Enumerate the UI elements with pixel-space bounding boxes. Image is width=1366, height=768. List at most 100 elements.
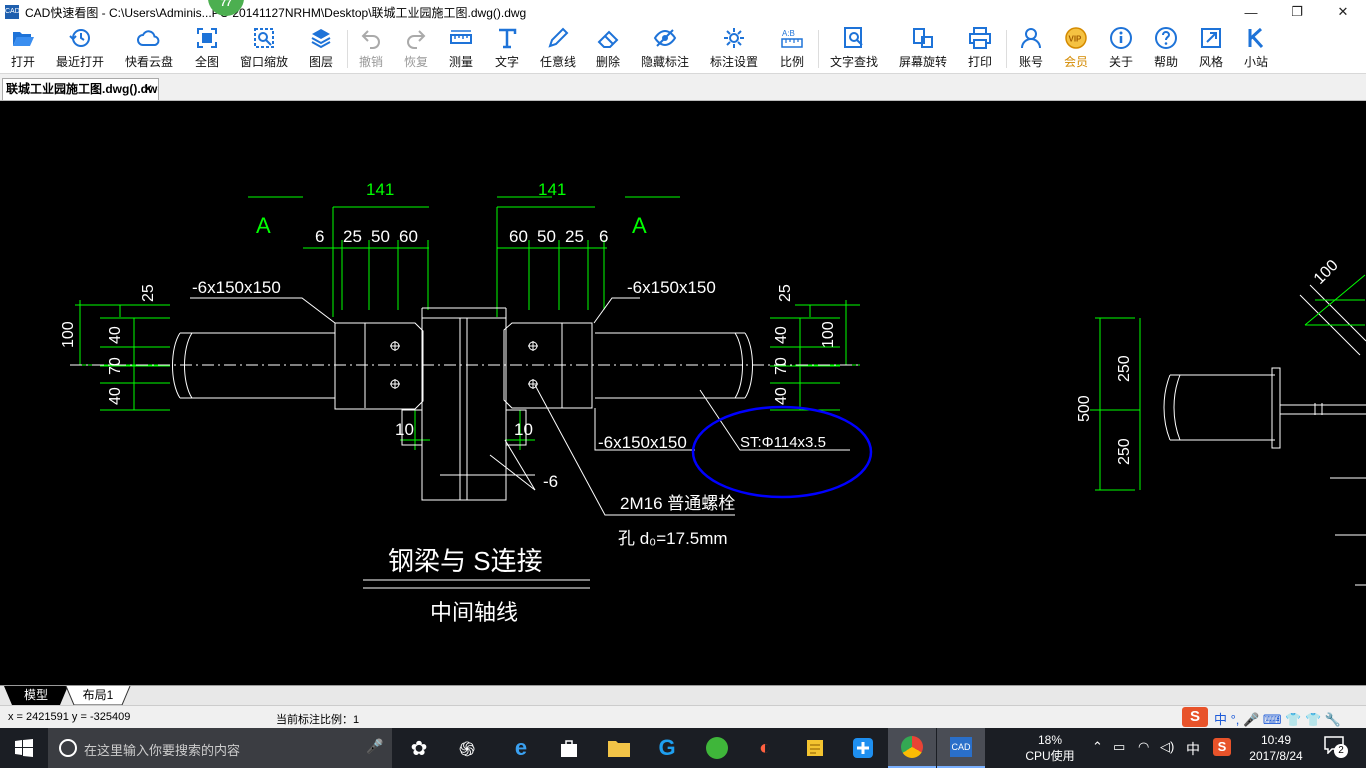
pipe-spec-label: ST:Φ114x3.5	[740, 434, 826, 451]
freeline-label: 任意线	[539, 55, 576, 69]
printer-icon	[969, 27, 991, 49]
recent-button[interactable]: 最近打开	[50, 26, 110, 70]
cad-app-icon: CAD	[950, 737, 972, 757]
taskbar-app-cad[interactable]: CAD	[937, 728, 985, 768]
search-box[interactable]: 在这里输入你要搜索的内容 🎤	[48, 728, 392, 768]
station-button[interactable]: 小站	[1226, 26, 1286, 70]
taskbar-app-g[interactable]: G	[643, 728, 691, 768]
battery-icon[interactable]: ▭	[1113, 739, 1125, 755]
taskbar-app-360[interactable]	[693, 728, 741, 768]
side-view-dims	[1304, 274, 1366, 326]
cloud-label: 快看云盘	[124, 55, 173, 69]
tab-model[interactable]: 模型	[12, 686, 60, 705]
chevron-up-icon[interactable]: ⌃	[1092, 739, 1103, 755]
windows-logo-icon	[15, 739, 33, 757]
rotate-screen-button[interactable]: 屏幕旋转	[893, 26, 953, 70]
history-icon	[69, 29, 90, 47]
notes-icon	[807, 740, 823, 756]
sogou-tray-icon[interactable]: S	[1213, 738, 1231, 756]
volume-icon[interactable]: ◁)	[1160, 739, 1174, 755]
toolbar: 打开 最近打开 快看云盘 全图 窗口缩放 图层 撤销 恢复 测量 文字 任意线	[0, 24, 1366, 74]
tab-layout1[interactable]: 布局1	[74, 686, 122, 705]
folder-open-icon	[13, 32, 34, 46]
sogou-ime-icon[interactable]: S	[1182, 707, 1208, 727]
text-label: 文字	[494, 55, 519, 69]
dim-10-left: 10	[395, 420, 414, 439]
taskbar-app-notes[interactable]	[791, 728, 839, 768]
delete-label: 删除	[595, 55, 620, 69]
window-zoom-button[interactable]: 窗口缩放	[234, 26, 294, 70]
maximize-button[interactable]: ❐	[1274, 0, 1320, 24]
hide-marks-label: 隐藏标注	[640, 55, 689, 69]
dim-100-left: 100	[60, 321, 77, 348]
taskbar-app-swirl[interactable]: ◐	[741, 728, 789, 768]
hide-marks-button[interactable]: 隐藏标注	[635, 26, 695, 70]
clock-time: 10:49	[1260, 733, 1292, 747]
dim-70-right: 70	[773, 357, 790, 375]
redo-label: 恢复	[403, 55, 428, 69]
dim-25-right: 25	[777, 284, 794, 302]
dim-40-right-bottom: 40	[773, 387, 790, 405]
minimize-button[interactable]: —	[1228, 0, 1274, 24]
action-center-button[interactable]: 2	[1324, 736, 1348, 760]
search-placeholder: 在这里输入你要搜索的内容	[84, 743, 241, 758]
open-button[interactable]: 打开	[0, 26, 53, 70]
wifi-icon[interactable]: ◠	[1138, 739, 1149, 755]
dim-left-0: 6	[315, 227, 324, 246]
layout-tab-bar: 模型 布局1	[0, 685, 1366, 706]
scale-button[interactable]: A:B 比例	[762, 26, 822, 70]
taskbar-app-chrome[interactable]	[888, 728, 936, 768]
microphone-icon[interactable]: 🎤	[366, 738, 383, 755]
fit-all-button[interactable]: 全图	[177, 26, 237, 70]
user-icon	[1021, 28, 1041, 49]
delete-button[interactable]: 删除	[578, 26, 638, 70]
taskbar-app-store[interactable]	[545, 728, 593, 768]
recent-label: 最近打开	[55, 55, 104, 69]
pencil-icon	[548, 27, 569, 48]
window-zoom-label: 窗口缩放	[239, 55, 288, 69]
undo-label: 撤销	[358, 55, 383, 69]
taskbar: 在这里输入你要搜索的内容 🎤 ✿ ֍ e G ◐ CAD 18% CPU使用 ⌃…	[0, 728, 1366, 768]
search-circle-icon	[59, 739, 77, 757]
drawing-canvas[interactable]: 141 141 A A 6 25 50 60 60 50 25 6 -6x150…	[0, 101, 1366, 685]
section-a-right: A	[632, 213, 647, 238]
rotate-screen-icon	[913, 28, 933, 48]
ime-toolbar[interactable]: 中 °, 🎤 ⌨ 👕 👕 🔧	[1214, 709, 1341, 728]
start-button[interactable]	[0, 728, 48, 768]
taskbar-app-plus[interactable]	[839, 728, 887, 768]
cpu-usage[interactable]: 18% CPU使用	[1020, 732, 1080, 764]
g-app-icon: G	[658, 735, 676, 760]
mark-settings-button[interactable]: 标注设置	[704, 26, 764, 70]
rotate-screen-label: 屏幕旋转	[898, 55, 947, 69]
dim-141-left: 141	[366, 180, 394, 199]
dim-100-right: 100	[820, 321, 837, 348]
clock[interactable]: 10:49 2017/8/24	[1236, 732, 1316, 764]
document-tab[interactable]: 联城工业园施工图.dwg().dwg ✕	[2, 78, 159, 100]
document-tab-bar: 联城工业园施工图.dwg().dwg ✕	[0, 74, 1366, 101]
dim-250-top: 250	[1116, 355, 1133, 382]
ime-language[interactable]: 中	[1186, 739, 1200, 759]
close-button[interactable]: ✕	[1320, 0, 1366, 24]
tab-close-icon[interactable]: ✕	[143, 79, 153, 99]
cloud-button[interactable]: 快看云盘	[119, 26, 179, 70]
help-icon	[1155, 27, 1177, 49]
eye-off-icon	[653, 29, 677, 47]
vip-icon: VIP	[1065, 27, 1087, 49]
dim-left-3: 60	[399, 227, 418, 246]
text-icon	[499, 28, 517, 49]
cpu-percent: 18%	[1037, 733, 1063, 747]
taskbar-app-browser[interactable]: ֍	[443, 728, 491, 768]
find-text-icon	[844, 27, 863, 48]
zoom-window-icon	[254, 28, 274, 48]
taskbar-app-pinwheel[interactable]: ✿	[395, 728, 443, 768]
app-icon: CAD	[5, 5, 20, 19]
find-text-button[interactable]: 文字查找	[824, 26, 884, 70]
taskbar-app-edge[interactable]: e	[497, 728, 545, 768]
svg-text:VIP: VIP	[1069, 35, 1083, 44]
notification-count: 2	[1334, 744, 1348, 758]
dim-right-3: 6	[599, 227, 608, 246]
info-icon	[1110, 27, 1132, 49]
green-circle-icon	[706, 737, 728, 759]
store-icon	[561, 740, 577, 757]
taskbar-app-explorer[interactable]	[595, 728, 643, 768]
